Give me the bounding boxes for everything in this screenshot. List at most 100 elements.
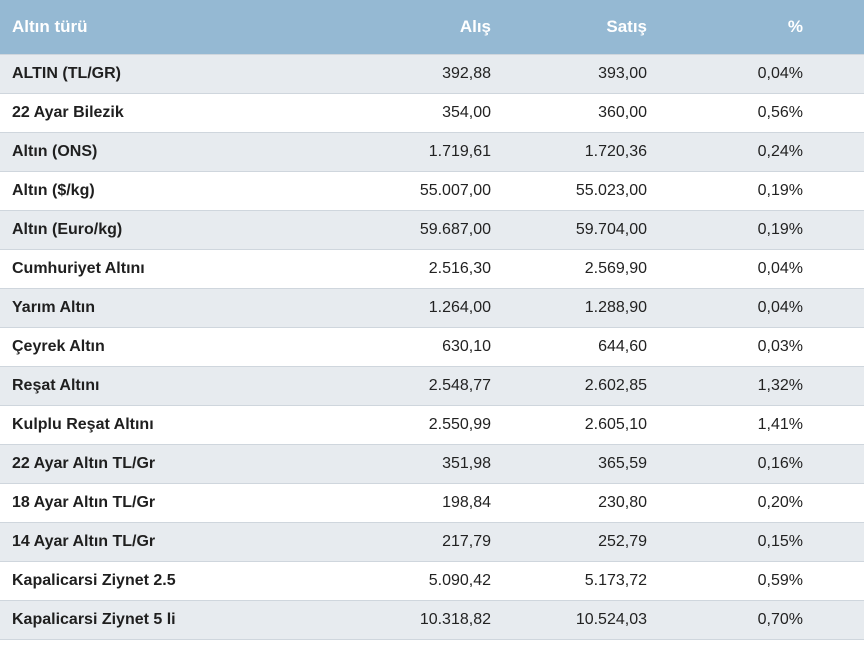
header-row: Altın türü Alış Satış % bbox=[0, 0, 864, 54]
gold-type-cell: Kapalicarsi Ziynet 5 li bbox=[12, 610, 176, 628]
change-percent-cell: 0,19% bbox=[757, 181, 803, 199]
change-percent-cell: 0,03% bbox=[757, 337, 803, 355]
change-percent-cell: 0,70% bbox=[757, 610, 803, 628]
row-spacer bbox=[815, 93, 864, 132]
sell-price-cell: 55.023,00 bbox=[575, 181, 647, 199]
table-header: Altın türü Alış Satış % bbox=[0, 0, 864, 54]
gold-type-cell: Kapalicarsi Ziynet 2.5 bbox=[12, 571, 176, 589]
sell-price-cell: 59.704,00 bbox=[575, 220, 647, 238]
change-percent-cell: 0,20% bbox=[757, 493, 803, 511]
sell-price-cell: 230,80 bbox=[598, 493, 647, 511]
row-spacer bbox=[815, 288, 864, 327]
gold-type-cell: Yarım Altın bbox=[12, 298, 95, 316]
row-spacer bbox=[815, 327, 864, 366]
buy-price-cell: 2.550,99 bbox=[428, 415, 491, 433]
buy-price-cell: 55.007,00 bbox=[419, 181, 491, 199]
header-sell[interactable]: Satış bbox=[503, 0, 659, 54]
table-row[interactable]: Çeyrek Altın 630,10 644,60 0,03% bbox=[0, 327, 864, 366]
header-gold-type[interactable]: Altın türü bbox=[0, 0, 380, 54]
change-percent-cell: 0,04% bbox=[757, 64, 803, 82]
row-spacer bbox=[815, 522, 864, 561]
buy-price-cell: 198,84 bbox=[442, 493, 491, 511]
table-row[interactable]: Kapalicarsi Ziynet 5 li 10.318,82 10.524… bbox=[0, 600, 864, 639]
row-spacer bbox=[815, 210, 864, 249]
gold-type-cell: 18 Ayar Altın TL/Gr bbox=[12, 493, 156, 511]
gold-price-table-container: Altın türü Alış Satış % ALTIN (TL/GR) 39… bbox=[0, 0, 864, 647]
gold-type-cell: 22 Ayar Bilezik bbox=[12, 103, 124, 121]
buy-price-cell: 2.516,30 bbox=[428, 259, 491, 277]
sell-price-cell: 644,60 bbox=[598, 337, 647, 355]
table-row[interactable]: 14 Ayar Altın TL/Gr 217,79 252,79 0,15% bbox=[0, 522, 864, 561]
buy-price-cell: 10.318,82 bbox=[419, 610, 491, 628]
sell-price-cell: 1.288,90 bbox=[584, 298, 647, 316]
table-row[interactable]: Altın ($/kg) 55.007,00 55.023,00 0,19% bbox=[0, 171, 864, 210]
row-spacer bbox=[815, 132, 864, 171]
buy-price-cell: 630,10 bbox=[442, 337, 491, 355]
change-percent-cell: 0,24% bbox=[757, 142, 803, 160]
table-row[interactable]: Cumhuriyet Altını 2.516,30 2.569,90 0,04… bbox=[0, 249, 864, 288]
table-row[interactable]: Kulplu Reşat Altını 2.550,99 2.605,10 1,… bbox=[0, 405, 864, 444]
sell-price-cell: 365,59 bbox=[598, 454, 647, 472]
row-spacer bbox=[815, 366, 864, 405]
buy-price-cell: 351,98 bbox=[442, 454, 491, 472]
gold-type-cell: Altın (Euro/kg) bbox=[12, 220, 123, 238]
gold-type-cell: Altın ($/kg) bbox=[12, 181, 95, 199]
gold-type-cell: Altın (ONS) bbox=[12, 142, 98, 160]
table-row[interactable]: Yarım Altın 1.264,00 1.288,90 0,04% bbox=[0, 288, 864, 327]
sell-price-cell: 1.720,36 bbox=[584, 142, 647, 160]
change-percent-cell: 1,41% bbox=[757, 415, 803, 433]
row-spacer bbox=[815, 561, 864, 600]
gold-type-cell: 22 Ayar Altın TL/Gr bbox=[12, 454, 156, 472]
gold-type-cell: Çeyrek Altın bbox=[12, 337, 105, 355]
header-change[interactable]: % bbox=[659, 0, 815, 54]
buy-price-cell: 354,00 bbox=[442, 103, 491, 121]
table-row[interactable]: Altın (ONS) 1.719,61 1.720,36 0,24% bbox=[0, 132, 864, 171]
table-row[interactable]: 22 Ayar Bilezik 354,00 360,00 0,56% bbox=[0, 93, 864, 132]
buy-price-cell: 1.264,00 bbox=[428, 298, 491, 316]
table-row[interactable]: ALTIN (TL/GR) 392,88 393,00 0,04% bbox=[0, 54, 864, 93]
row-spacer bbox=[815, 171, 864, 210]
change-percent-cell: 0,15% bbox=[757, 532, 803, 550]
change-percent-cell: 1,32% bbox=[757, 376, 803, 394]
buy-price-cell: 2.548,77 bbox=[428, 376, 491, 394]
header-buy[interactable]: Alış bbox=[380, 0, 503, 54]
row-spacer bbox=[815, 483, 864, 522]
sell-price-cell: 2.602,85 bbox=[584, 376, 647, 394]
sell-price-cell: 393,00 bbox=[598, 64, 647, 82]
change-percent-cell: 0,59% bbox=[757, 571, 803, 589]
sell-price-cell: 5.173,72 bbox=[584, 571, 647, 589]
table-row[interactable]: Altın (Euro/kg) 59.687,00 59.704,00 0,19… bbox=[0, 210, 864, 249]
sell-price-cell: 2.569,90 bbox=[584, 259, 647, 277]
sell-price-cell: 2.605,10 bbox=[584, 415, 647, 433]
sell-price-cell: 10.524,03 bbox=[575, 610, 647, 628]
change-percent-cell: 0,56% bbox=[757, 103, 803, 121]
buy-price-cell: 392,88 bbox=[442, 64, 491, 82]
header-spacer bbox=[815, 0, 864, 54]
change-percent-cell: 0,19% bbox=[757, 220, 803, 238]
table-row[interactable]: 22 Ayar Altın TL/Gr 351,98 365,59 0,16% bbox=[0, 444, 864, 483]
table-body: ALTIN (TL/GR) 392,88 393,00 0,04% 22 Aya… bbox=[0, 54, 864, 639]
row-spacer bbox=[815, 405, 864, 444]
buy-price-cell: 217,79 bbox=[442, 532, 491, 550]
table-row[interactable]: Reşat Altını 2.548,77 2.602,85 1,32% bbox=[0, 366, 864, 405]
buy-price-cell: 59.687,00 bbox=[419, 220, 491, 238]
gold-type-cell: Reşat Altını bbox=[12, 376, 100, 394]
change-percent-cell: 0,04% bbox=[757, 298, 803, 316]
table-row[interactable]: Kapalicarsi Ziynet 2.5 5.090,42 5.173,72… bbox=[0, 561, 864, 600]
row-spacer bbox=[815, 600, 864, 639]
gold-type-cell: Kulplu Reşat Altını bbox=[12, 415, 154, 433]
sell-price-cell: 252,79 bbox=[598, 532, 647, 550]
sell-price-cell: 360,00 bbox=[598, 103, 647, 121]
buy-price-cell: 5.090,42 bbox=[428, 571, 491, 589]
gold-price-table: Altın türü Alış Satış % ALTIN (TL/GR) 39… bbox=[0, 0, 864, 640]
buy-price-cell: 1.719,61 bbox=[428, 142, 491, 160]
table-row[interactable]: 18 Ayar Altın TL/Gr 198,84 230,80 0,20% bbox=[0, 483, 864, 522]
change-percent-cell: 0,16% bbox=[757, 454, 803, 472]
row-spacer bbox=[815, 444, 864, 483]
gold-type-cell: ALTIN (TL/GR) bbox=[12, 64, 122, 82]
change-percent-cell: 0,04% bbox=[757, 259, 803, 277]
row-spacer bbox=[815, 249, 864, 288]
gold-type-cell: 14 Ayar Altın TL/Gr bbox=[12, 532, 156, 550]
gold-type-cell: Cumhuriyet Altını bbox=[12, 259, 145, 277]
row-spacer bbox=[815, 54, 864, 93]
